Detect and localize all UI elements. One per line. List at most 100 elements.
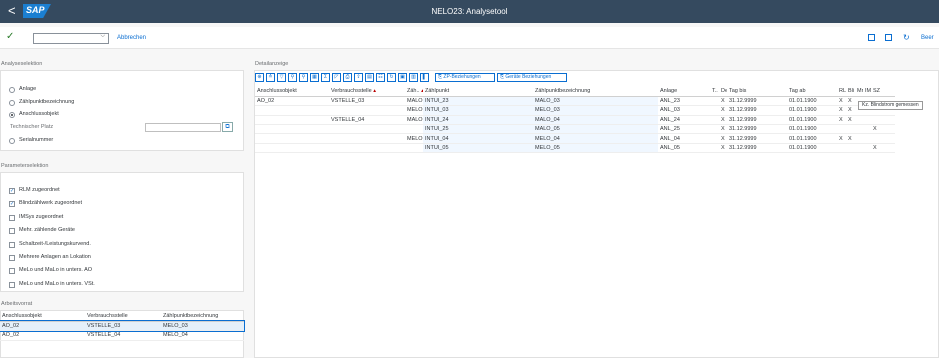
cell[interactable]: ANL_24 [658, 115, 710, 126]
cell[interactable]: VSTELLE_04 [329, 115, 405, 126]
detail-col-3[interactable]: Zählpunkt [423, 87, 533, 97]
cell[interactable]: MELO_04 [533, 133, 658, 144]
cell[interactable] [710, 115, 719, 126]
command-field[interactable]: ⌵ [33, 33, 109, 44]
cell[interactable] [710, 143, 719, 154]
cell[interactable]: X [719, 124, 727, 135]
cell[interactable] [255, 143, 329, 154]
cell[interactable]: 01.01.1900 [787, 133, 837, 144]
cell[interactable]: 31.12.9999 [727, 105, 787, 116]
subtotal-icon[interactable]: ◸ [332, 73, 341, 82]
detail-col-10[interactable]: RL [837, 87, 846, 97]
details-icon[interactable]: ☷ [376, 73, 385, 82]
cell[interactable]: MALO [405, 96, 423, 107]
cell[interactable]: MALO_03 [533, 96, 658, 107]
cell[interactable]: ANL_23 [658, 96, 710, 107]
cell[interactable]: MELO_03 [161, 321, 244, 332]
cell[interactable]: MELO_05 [533, 143, 658, 154]
technischer-platz-input[interactable] [145, 123, 221, 132]
detail-col-1[interactable]: Verbrauchsstelle ▴ [329, 87, 405, 97]
cell[interactable]: INTUI_23 [423, 96, 533, 107]
cell[interactable]: ANL_04 [658, 133, 710, 144]
export-icon[interactable]: ⇪ [354, 73, 363, 82]
table-row[interactable]: VSTELLE_04 MALO INTUI_24 MALO_04 ANL_24 X 31.1… [255, 115, 895, 126]
detail-col-9[interactable]: Tag ab [787, 87, 837, 97]
cell[interactable] [710, 96, 719, 107]
geraete-beziehungen-button[interactable]: ⎘ Geräte Beziehungen [497, 73, 567, 82]
layout-icon[interactable]: ▦ [310, 73, 319, 82]
radio-anschlussobjekt[interactable] [9, 112, 15, 118]
select-icon[interactable]: ▣ [398, 73, 407, 82]
cell[interactable]: 31.12.9999 [727, 133, 787, 144]
cell[interactable]: MALO_05 [533, 124, 658, 135]
table-row[interactable]: AO_02 VSTELLE_03 MELO_03 [0, 320, 245, 332]
cell[interactable]: 01.01.1900 [787, 96, 837, 107]
cell[interactable] [846, 143, 855, 154]
sort-asc-icon[interactable]: ≙ [266, 73, 275, 82]
cell[interactable]: X [871, 124, 895, 135]
detail-col-7[interactable]: De [719, 87, 727, 97]
cell[interactable] [255, 115, 329, 126]
cell[interactable]: X [846, 96, 855, 107]
cell[interactable] [255, 105, 329, 116]
checkbox-4[interactable] [9, 241, 15, 248]
cell[interactable] [405, 124, 423, 135]
link-icon[interactable]: ↻ [903, 33, 910, 42]
table-row[interactable]: INTUI_05 MELO_05 ANL_05 X 31.12.9999 01.01.19… [255, 143, 895, 154]
cell[interactable]: X [719, 105, 727, 116]
cell[interactable]: X [846, 133, 855, 144]
detail-col-12[interactable]: Mr [855, 87, 863, 97]
cell[interactable] [405, 143, 423, 154]
checkbox-7[interactable] [9, 281, 15, 288]
table-row[interactable]: MELO INTUI_04 MELO_04 ANL_04 X 31.12.9999 01.0… [255, 133, 895, 144]
cell[interactable]: X [719, 143, 727, 154]
value-help-icon[interactable]: ⧉ [222, 122, 233, 132]
detail-col-14[interactable]: SZ [871, 87, 895, 97]
cell[interactable] [846, 124, 855, 135]
detail-col-8[interactable]: Tag bis [727, 87, 787, 97]
cell[interactable]: 31.12.9999 [727, 96, 787, 107]
cell[interactable]: X [719, 115, 727, 126]
cell[interactable]: MALO_04 [533, 115, 658, 126]
save-layout-icon[interactable] [885, 34, 892, 41]
find-next-icon[interactable]: ⚲ [299, 73, 308, 82]
col-anschlussobjekt[interactable]: Anschlussobjekt [0, 312, 85, 322]
cell[interactable] [255, 124, 329, 135]
cell[interactable]: MALO [405, 115, 423, 126]
cell[interactable]: INTUI_05 [423, 143, 533, 154]
cell[interactable]: X [837, 96, 846, 107]
cell[interactable] [710, 124, 719, 135]
cell[interactable]: 01.01.1900 [787, 124, 837, 135]
checkbox-0[interactable]: ✓ [9, 188, 15, 194]
cell[interactable]: X [837, 105, 846, 116]
cell[interactable]: X [719, 133, 727, 144]
cell[interactable]: INTUI_24 [423, 115, 533, 126]
cell[interactable]: ANL_03 [658, 105, 710, 116]
beer-link[interactable]: Beer [921, 35, 934, 41]
cell[interactable]: ANL_25 [658, 124, 710, 135]
col-verbrauchsstelle[interactable]: Verbrauchsstelle [85, 312, 161, 322]
cell[interactable] [255, 133, 329, 144]
cell[interactable] [855, 133, 863, 144]
chevron-down-icon[interactable]: ⌵ [100, 33, 105, 40]
col-zaehlpunktbezeichnung[interactable]: Zählpunktbezeichnung [161, 312, 244, 322]
checkbox-2[interactable] [9, 214, 15, 221]
cancel-button[interactable]: Abbrechen [117, 35, 146, 41]
cell[interactable]: X [846, 105, 855, 116]
cell[interactable]: INTUI_03 [423, 105, 533, 116]
radio-anlage[interactable] [9, 87, 15, 93]
cell[interactable] [837, 124, 846, 135]
confirm-check-icon[interactable]: ✓ [6, 31, 14, 43]
detail-col-0[interactable]: Anschlussobjekt [255, 87, 329, 97]
checkbox-6[interactable] [9, 268, 15, 275]
cell[interactable]: X [837, 133, 846, 144]
table-row[interactable]: INTUI_25 MALO_05 ANL_25 X 31.12.9999 01.01.19… [255, 124, 895, 135]
cell[interactable]: X [846, 115, 855, 126]
cell[interactable]: INTUI_04 [423, 133, 533, 144]
cell[interactable] [329, 124, 405, 135]
cell[interactable] [329, 105, 405, 116]
sum-icon[interactable]: Σ [321, 73, 330, 82]
table-row[interactable]: MELO INTUI_03 MELO_03 ANL_03 X 31.12.9999 01.0… [255, 105, 895, 116]
cell[interactable] [863, 115, 871, 126]
find-icon[interactable]: ⚲ [288, 73, 297, 82]
